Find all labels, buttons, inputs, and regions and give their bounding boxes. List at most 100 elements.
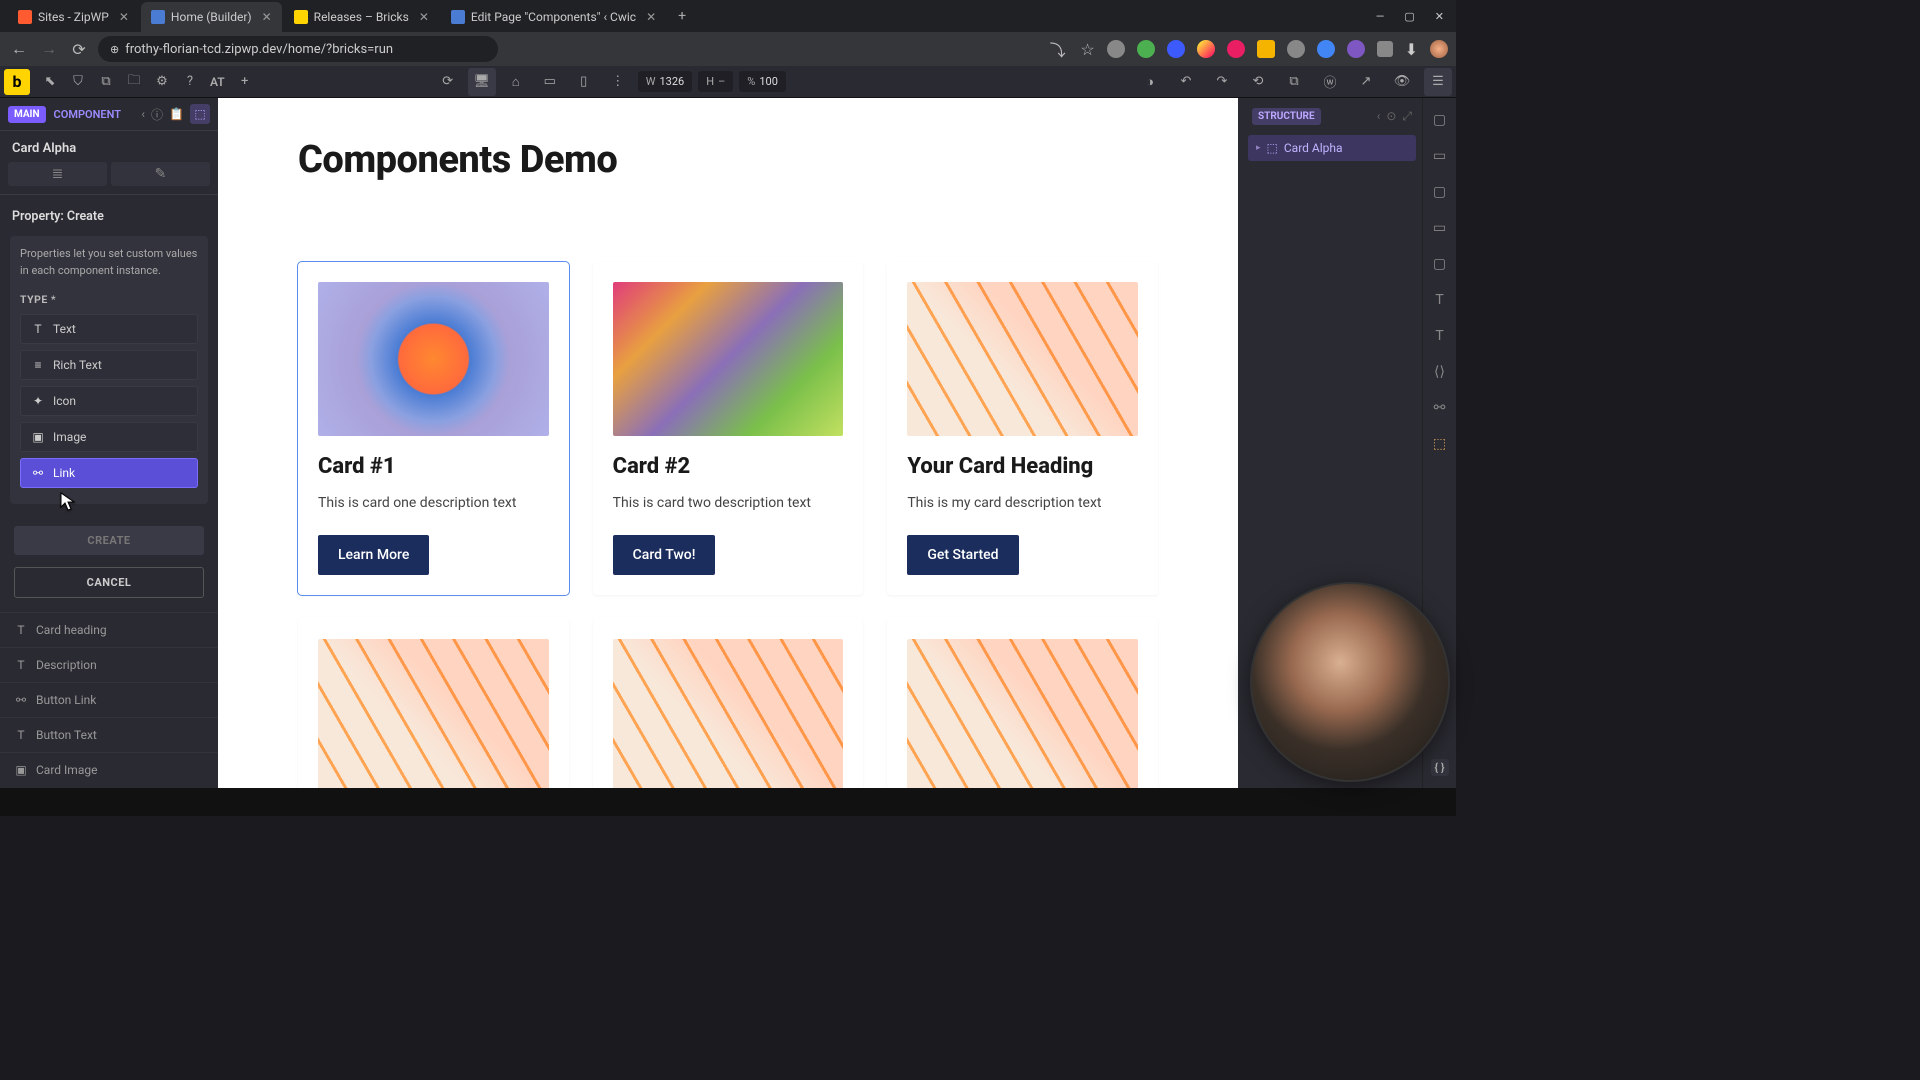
close-tab-icon[interactable]: ✕ <box>646 10 656 24</box>
panel-nav-back-icon[interactable]: ‹ <box>141 107 145 121</box>
browser-tab[interactable]: Sites - ZipWP ✕ <box>8 2 139 32</box>
card-image[interactable] <box>907 639 1138 788</box>
new-tab-button[interactable]: + <box>668 8 696 24</box>
extension-icon[interactable] <box>1137 40 1155 58</box>
site-info-icon[interactable]: ⊕ <box>110 43 119 56</box>
structure-toggle-icon[interactable]: ☰ <box>1424 68 1452 96</box>
property-type-option[interactable]: ≡ Rich Text <box>20 350 198 380</box>
extensions-menu-icon[interactable] <box>1377 41 1393 57</box>
structure-tree-item[interactable]: ▸ ⬚ Card Alpha <box>1248 135 1416 161</box>
extension-icon[interactable] <box>1107 40 1125 58</box>
card-image[interactable] <box>318 282 549 436</box>
vt-css-badge[interactable]: { } <box>1431 759 1449 776</box>
card-component[interactable] <box>887 619 1158 788</box>
property-type-option[interactable]: ▣ Image <box>20 422 198 452</box>
settings-gear-icon[interactable]: ⚙ <box>148 68 176 96</box>
breakpoint-desktop-icon[interactable]: 🖥 <box>468 68 496 96</box>
panel-tab-style-icon[interactable]: ✎ <box>111 162 210 186</box>
existing-property-row[interactable]: T Card heading <box>0 612 218 647</box>
existing-property-row[interactable]: ▣ Card Image <box>0 752 218 787</box>
structure-nav-back-icon[interactable]: ‹ <box>1377 109 1381 124</box>
card-component[interactable]: Card #1 This is card one description tex… <box>298 262 569 595</box>
browser-tab[interactable]: Releases – Bricks ✕ <box>284 2 439 32</box>
sync-icon[interactable]: ⟳ <box>434 68 462 96</box>
vt-box-icon[interactable]: ▢ <box>1430 254 1450 274</box>
extension-icon[interactable] <box>1227 40 1245 58</box>
canvas-height-field[interactable]: H – <box>698 71 733 92</box>
extension-icon[interactable] <box>1347 40 1365 58</box>
card-image[interactable] <box>613 282 844 436</box>
canvas-width-field[interactable]: W 1326 <box>638 71 693 92</box>
history-icon[interactable]: ⟲ <box>1244 68 1272 96</box>
vt-paragraph-icon[interactable]: T <box>1430 326 1450 346</box>
nav-reload-icon[interactable]: ⟳ <box>68 38 90 60</box>
vt-component-icon[interactable]: ⬚ <box>1430 434 1450 454</box>
card-description[interactable]: This is card one description text <box>318 495 549 511</box>
download-icon[interactable]: ⬇ <box>1405 40 1418 58</box>
breakpoint-tablet-icon[interactable]: ▭ <box>536 68 564 96</box>
extension-icon[interactable] <box>1257 40 1275 58</box>
card-image[interactable] <box>907 282 1138 436</box>
window-close-icon[interactable]: ✕ <box>1435 10 1444 23</box>
vt-link-icon[interactable]: ⚯ <box>1430 398 1450 418</box>
vt-section-icon[interactable]: ▭ <box>1430 146 1450 166</box>
close-tab-icon[interactable]: ✕ <box>119 10 129 24</box>
card-heading[interactable]: Your Card Heading <box>907 454 1138 479</box>
vt-code-icon[interactable]: ⟨⟩ <box>1430 362 1450 382</box>
extension-icon[interactable] <box>1287 40 1305 58</box>
nav-back-icon[interactable]: ← <box>8 38 30 60</box>
color-picker-icon[interactable]: ◑ <box>1136 68 1164 96</box>
bricks-logo[interactable]: b <box>4 69 30 95</box>
breakpoint-mobile-icon[interactable]: ▯ <box>570 68 598 96</box>
card-heading[interactable]: Card #1 <box>318 454 549 479</box>
structure-expand-icon[interactable]: ⤢ <box>1402 109 1412 124</box>
card-description[interactable]: This is card two description text <box>613 495 844 511</box>
panel-clipboard-icon[interactable]: 📋 <box>169 107 184 121</box>
structure-target-icon[interactable]: ⊙ <box>1386 109 1396 124</box>
breakpoint-more-icon[interactable]: ⋮ <box>604 68 632 96</box>
extension-icon[interactable] <box>1317 40 1335 58</box>
chevron-right-icon[interactable]: ▸ <box>1256 143 1261 153</box>
card-component[interactable]: Card #2 This is card two description tex… <box>593 262 864 595</box>
open-frontend-icon[interactable]: ↗ <box>1352 68 1380 96</box>
existing-property-row[interactable]: ⚯ Button Link <box>0 682 218 717</box>
vt-div-icon[interactable]: ▭ <box>1430 218 1450 238</box>
card-heading[interactable]: Card #2 <box>613 454 844 479</box>
folder-icon[interactable]: 🗀 <box>120 68 148 96</box>
card-component[interactable] <box>593 619 864 788</box>
profile-avatar[interactable] <box>1430 40 1448 58</box>
undo-icon[interactable]: ↶ <box>1172 68 1200 96</box>
browser-tab[interactable]: Edit Page "Components" ‹ Cwic ✕ <box>441 2 666 32</box>
help-icon[interactable]: ? <box>176 68 204 96</box>
cancel-button[interactable]: CANCEL <box>14 567 204 598</box>
property-type-option[interactable]: T Text <box>20 314 198 344</box>
install-app-icon[interactable]: ⤵ <box>1047 38 1069 60</box>
shield-icon[interactable]: ⛉ <box>64 68 92 96</box>
card-image[interactable] <box>318 639 549 788</box>
panel-info-icon[interactable]: ⓘ <box>151 106 163 123</box>
extension-icon[interactable] <box>1167 40 1185 58</box>
page-title[interactable]: Components Demo <box>298 138 1158 182</box>
extension-icon[interactable] <box>1197 40 1215 58</box>
card-button[interactable]: Get Started <box>907 535 1018 575</box>
vt-block-icon[interactable]: ▢ <box>1430 182 1450 202</box>
preview-eye-icon[interactable]: 👁 <box>1388 68 1416 96</box>
window-maximize-icon[interactable]: ▢ <box>1404 10 1414 23</box>
card-component[interactable]: Your Card Heading This is my card descri… <box>887 262 1158 595</box>
add-element-icon[interactable]: + <box>231 68 259 96</box>
card-button[interactable]: Card Two! <box>613 535 716 575</box>
copy-icon[interactable]: ⧉ <box>92 68 120 96</box>
layers-icon[interactable]: ⧉ <box>1280 68 1308 96</box>
nav-forward-icon[interactable]: → <box>38 38 60 60</box>
pointer-tool-icon[interactable]: ⬉ <box>36 68 64 96</box>
redo-icon[interactable]: ↷ <box>1208 68 1236 96</box>
property-type-option[interactable]: ⚯ Link <box>20 458 198 488</box>
card-component[interactable] <box>298 619 569 788</box>
browser-tab[interactable]: Home (Builder) ✕ <box>141 2 282 32</box>
window-minimize-icon[interactable]: — <box>1376 10 1385 23</box>
existing-property-row[interactable]: T Description <box>0 647 218 682</box>
create-button[interactable]: CREATE <box>14 526 204 555</box>
vt-text-icon[interactable]: T <box>1430 290 1450 310</box>
at-indicator[interactable]: AT <box>204 75 231 89</box>
card-description[interactable]: This is my card description text <box>907 495 1138 511</box>
